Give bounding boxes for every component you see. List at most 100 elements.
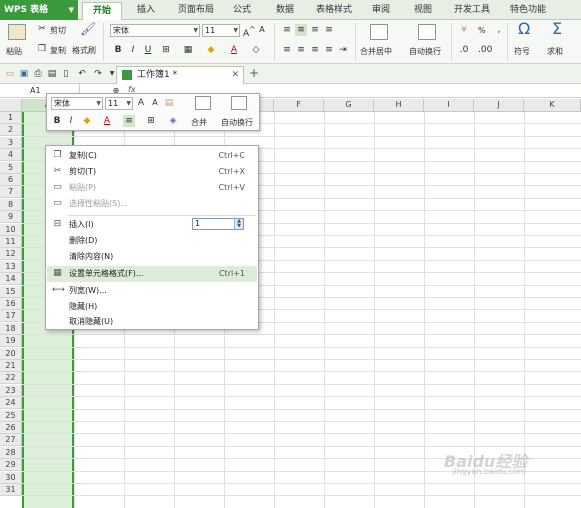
print-icon[interactable]: ⎙ bbox=[32, 68, 44, 80]
align-justify-icon[interactable]: ≡ bbox=[323, 24, 335, 36]
align-bottom-icon[interactable]: ≡ bbox=[309, 24, 321, 36]
font-color-icon[interactable]: A bbox=[101, 115, 113, 127]
row-header[interactable]: 2 bbox=[0, 124, 22, 137]
tab-home[interactable]: 开始 bbox=[82, 2, 122, 20]
menu-item-delete[interactable]: 删除(D) bbox=[47, 233, 257, 249]
column-header-f[interactable]: F bbox=[274, 99, 324, 112]
row-header[interactable]: 19 bbox=[0, 335, 22, 348]
row-header[interactable]: 8 bbox=[0, 198, 22, 211]
row-header[interactable]: 28 bbox=[0, 446, 22, 459]
paste-button[interactable]: 粘贴 bbox=[6, 46, 22, 57]
merge-button[interactable]: 合并 bbox=[191, 117, 207, 128]
wrap-icon[interactable] bbox=[231, 96, 247, 110]
cell-style-icon[interactable]: ▦ bbox=[182, 44, 194, 56]
sum-button[interactable]: 求和 bbox=[547, 46, 563, 57]
tab-review[interactable]: 审阅 bbox=[364, 2, 398, 20]
menu-item-cut[interactable]: ✂ 剪切(T) Ctrl+X bbox=[47, 164, 257, 180]
auto-wrap-icon[interactable] bbox=[418, 24, 436, 40]
grow-font-icon[interactable]: A^ bbox=[243, 24, 255, 39]
row-header[interactable]: 12 bbox=[0, 248, 22, 261]
row-header[interactable]: 24 bbox=[0, 397, 22, 410]
row-header[interactable]: 14 bbox=[0, 273, 22, 286]
column-header-j[interactable]: J bbox=[474, 99, 524, 112]
row-header[interactable]: 21 bbox=[0, 360, 22, 372]
tab-view[interactable]: 视图 bbox=[406, 2, 440, 20]
row-header[interactable]: 17 bbox=[0, 310, 22, 323]
menu-item-paste-special[interactable]: ▭ 选择性粘贴(S)... bbox=[47, 196, 257, 212]
shrink-font-icon[interactable]: A bbox=[256, 24, 268, 36]
merge-center-icon[interactable] bbox=[370, 24, 388, 40]
font-name-select[interactable]: 宋体 ▼ bbox=[110, 24, 200, 37]
column-header-i[interactable]: I bbox=[424, 99, 474, 112]
menu-item-unhide[interactable]: 取消隐藏(U) bbox=[47, 314, 257, 330]
tab-table-style[interactable]: 表格样式 bbox=[308, 2, 360, 20]
select-all-corner[interactable] bbox=[0, 99, 22, 112]
clear-format-icon[interactable]: ◇ bbox=[250, 44, 262, 56]
row-header[interactable]: 15 bbox=[0, 285, 22, 298]
italic-icon[interactable]: I bbox=[127, 44, 139, 56]
app-menu-button[interactable]: WPS 表格 ▼ bbox=[0, 0, 78, 20]
row-header[interactable]: 1 bbox=[0, 112, 22, 124]
increase-decimal-icon[interactable]: .0 bbox=[458, 44, 470, 56]
row-header[interactable]: 22 bbox=[0, 372, 22, 385]
row-header[interactable]: 5 bbox=[0, 161, 22, 174]
fill-color-icon[interactable]: ◆ bbox=[205, 44, 217, 56]
row-header[interactable]: 23 bbox=[0, 384, 22, 397]
undo-icon[interactable]: ↶ bbox=[76, 68, 88, 80]
column-header-h[interactable]: H bbox=[374, 99, 424, 112]
open-icon[interactable]: ▭ bbox=[4, 68, 16, 80]
tab-page-layout[interactable]: 页面布局 bbox=[170, 2, 222, 20]
number-format-icon[interactable]: ¥ bbox=[458, 24, 470, 36]
tab-special[interactable]: 特色功能 bbox=[502, 2, 554, 20]
row-header[interactable]: 13 bbox=[0, 260, 22, 273]
grow-font-icon[interactable]: A bbox=[135, 97, 147, 109]
close-icon[interactable]: ✕ bbox=[231, 67, 239, 83]
mini-font-name-select[interactable]: 宋体 ▼ bbox=[51, 97, 103, 110]
row-header[interactable]: 30 bbox=[0, 471, 22, 484]
italic-icon[interactable]: I bbox=[65, 115, 77, 127]
font-size-select[interactable]: 11 ▼ bbox=[202, 24, 240, 37]
column-count-input[interactable]: 1 ▲ ▼ bbox=[192, 218, 244, 230]
cut-button[interactable]: 剪切 bbox=[50, 25, 66, 36]
shrink-font-icon[interactable]: A bbox=[149, 97, 161, 109]
thousands-icon[interactable]: , bbox=[493, 24, 505, 36]
print-preview-icon[interactable]: ▤ bbox=[46, 68, 58, 80]
wrap-button[interactable]: 自动换行 bbox=[221, 117, 253, 128]
scissors-icon[interactable]: ✂ bbox=[36, 23, 48, 35]
row-header[interactable]: 16 bbox=[0, 298, 22, 310]
font-color-icon[interactable]: A bbox=[228, 44, 240, 56]
number-format-icon[interactable]: ▤ bbox=[163, 97, 175, 109]
menu-item-paste[interactable]: ▭ 粘贴(P) Ctrl+V bbox=[47, 180, 257, 196]
merge-icon[interactable] bbox=[195, 96, 211, 110]
fill-color-icon[interactable]: ◆ bbox=[81, 115, 93, 127]
row-header[interactable]: 20 bbox=[0, 347, 22, 360]
align-right-icon[interactable]: ≡ bbox=[309, 44, 321, 56]
align-top-icon[interactable]: ≡ bbox=[281, 24, 293, 36]
row-header[interactable]: 11 bbox=[0, 236, 22, 248]
bold-icon[interactable]: B bbox=[112, 44, 124, 56]
menu-item-clear-contents[interactable]: 清除内容(N) bbox=[47, 249, 257, 265]
redo-icon[interactable]: ↷ bbox=[92, 68, 104, 80]
decrease-decimal-icon[interactable]: .00 bbox=[478, 44, 492, 56]
new-tab-plus-icon[interactable]: + bbox=[249, 66, 259, 80]
bold-icon[interactable]: B bbox=[51, 115, 63, 127]
symbol-button[interactable]: 符号 bbox=[514, 46, 530, 57]
align-center-icon[interactable]: ≡ bbox=[123, 115, 135, 127]
menu-item-copy[interactable]: ❐ 复制(C) Ctrl+C bbox=[47, 148, 257, 164]
row-header[interactable]: 3 bbox=[0, 136, 22, 149]
export-icon[interactable]: ▯ bbox=[60, 68, 72, 80]
auto-wrap-button[interactable]: 自动换行 bbox=[409, 46, 441, 57]
mini-font-size-select[interactable]: 11 ▼ bbox=[105, 97, 133, 110]
row-header[interactable]: 31 bbox=[0, 484, 22, 496]
align-center-icon[interactable]: ≡ bbox=[295, 44, 307, 56]
border-icon[interactable]: ⊞ bbox=[160, 44, 172, 56]
menu-item-format-cells[interactable]: ▦ 设置单元格格式(F)... Ctrl+1 bbox=[47, 266, 257, 282]
paste-icon[interactable] bbox=[8, 24, 26, 40]
tab-data[interactable]: 数据 bbox=[268, 2, 302, 20]
sum-icon[interactable]: Σ bbox=[551, 21, 563, 37]
row-header[interactable]: 10 bbox=[0, 223, 22, 236]
row-header[interactable]: 26 bbox=[0, 422, 22, 434]
format-painter-button[interactable]: 格式刷 bbox=[72, 45, 96, 56]
column-header-k[interactable]: K bbox=[524, 99, 581, 112]
copy-icon[interactable]: ❐ bbox=[36, 43, 48, 55]
